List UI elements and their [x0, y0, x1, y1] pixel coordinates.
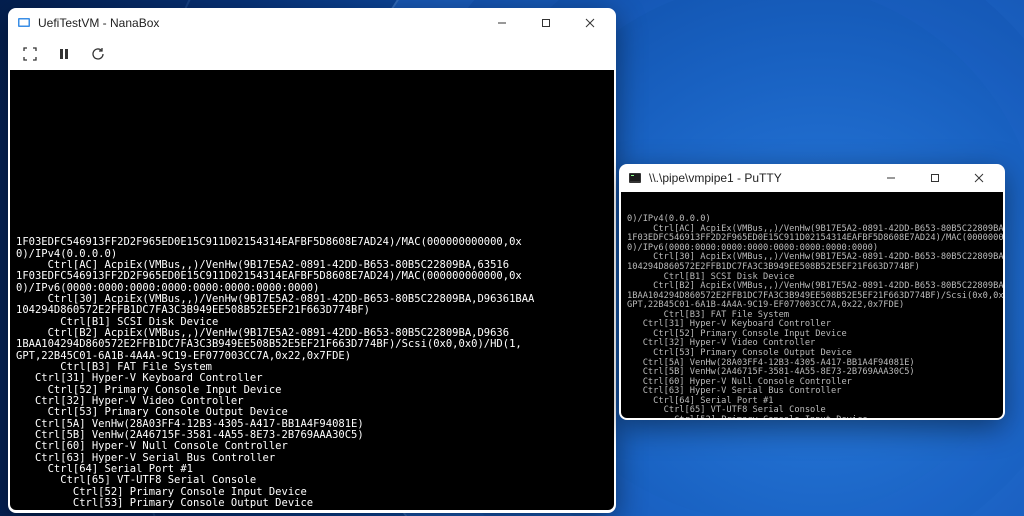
terminal-line: Ctrl[52] Primary Console Input Device: [627, 416, 997, 418]
terminal-line: Ctrl[65] VT-UTF8 Serial Console: [16, 475, 608, 486]
terminal-line: 1BAA104294D860572E2FFB1DC7FA3C3B949EE508…: [16, 339, 608, 350]
nanobox-titlebar[interactable]: UefiTestVM - NanaBox: [8, 8, 616, 38]
maximize-button[interactable]: [524, 8, 568, 38]
maximize-button[interactable]: [913, 163, 957, 193]
minimize-button[interactable]: [869, 163, 913, 193]
nanobox-window: UefiTestVM - NanaBox 1F03EDFC546913FF2D2…: [8, 8, 616, 513]
nanobox-terminal[interactable]: 1F03EDFC546913FF2D2F965ED0E15C911D021543…: [10, 70, 614, 510]
nanobox-title: UefiTestVM - NanaBox: [38, 16, 159, 30]
close-button[interactable]: [957, 163, 1001, 193]
putty-terminal[interactable]: 0)/IPv4(0.0.0.0) Ctrl[AC] AcpiEx(VMBus,,…: [621, 192, 1003, 418]
terminal-line: Ctrl[31] Hyper-V Keyboard Controller: [16, 373, 608, 384]
refresh-button[interactable]: [84, 42, 112, 66]
putty-app-icon: [627, 170, 643, 186]
fullscreen-button[interactable]: [16, 42, 44, 66]
terminal-line: 104294D860572E2FFB1DC7FA3C3B949EE508B52E…: [16, 305, 608, 316]
terminal-line: 1F03EDFC546913FF2D2F965ED0E15C911D021543…: [16, 237, 608, 248]
terminal-line: Ctrl[53] Primary Console Output Device: [16, 498, 608, 509]
terminal-line: Ctrl[60] Hyper-V Null Console Controller: [16, 441, 608, 452]
putty-title: \\.\pipe\vmpipe1 - PuTTY: [649, 171, 782, 185]
putty-titlebar[interactable]: \\.\pipe\vmpipe1 - PuTTY: [619, 164, 1005, 192]
pause-button[interactable]: [50, 42, 78, 66]
nanobox-app-icon: [16, 15, 32, 31]
terminal-blank-area: [16, 97, 608, 215]
nanobox-toolbar: [8, 38, 616, 70]
close-button[interactable]: [568, 8, 612, 38]
putty-window: \\.\pipe\vmpipe1 - PuTTY 0)/IPv4(0.0.0.0…: [619, 164, 1005, 420]
terminal-line: 1F03EDFC546913FF2D2F965ED0E15C911D021543…: [16, 271, 608, 282]
terminal-line: Ctrl[53] Primary Console Output Device: [16, 407, 608, 418]
minimize-button[interactable]: [480, 8, 524, 38]
